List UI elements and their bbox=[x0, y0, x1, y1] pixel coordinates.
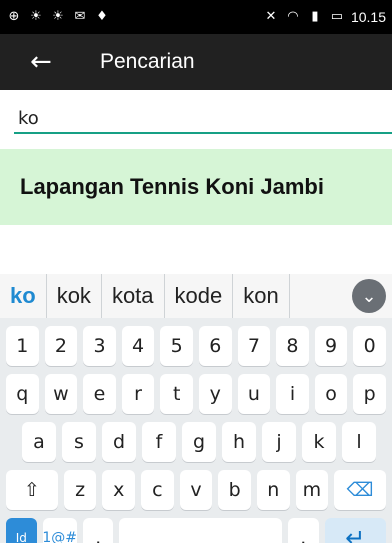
key[interactable]: a bbox=[22, 422, 56, 462]
period-key[interactable]: . bbox=[287, 518, 319, 543]
symbols-button[interactable]: 1@# bbox=[42, 518, 77, 543]
keyboard-row-zxcv: ⇧ z x c v b n m ⌫ bbox=[0, 470, 392, 510]
search-input[interactable] bbox=[14, 104, 392, 134]
app-bar: ← Pencarian bbox=[0, 34, 392, 90]
page-title: Pencarian bbox=[100, 50, 195, 73]
key[interactable]: c bbox=[141, 470, 174, 510]
key[interactable]: n bbox=[256, 470, 290, 510]
key[interactable]: j bbox=[262, 422, 296, 462]
key[interactable]: 0 bbox=[353, 326, 386, 366]
key[interactable]: 9 bbox=[314, 326, 348, 366]
chevron-down-icon[interactable]: ⌄ bbox=[352, 279, 386, 313]
key[interactable]: f bbox=[142, 422, 176, 462]
search-area bbox=[0, 90, 392, 140]
comma-key[interactable]: , bbox=[82, 518, 114, 543]
key[interactable]: 8 bbox=[276, 326, 309, 366]
key[interactable]: 3 bbox=[83, 326, 116, 366]
mute-icon: ✕ bbox=[265, 9, 277, 24]
key[interactable]: e bbox=[83, 374, 116, 414]
suggestion-bar: ko kok kota kode kon ⌄ bbox=[0, 274, 392, 318]
keyboard-row-asdf: a s d f g h j k l bbox=[0, 422, 392, 462]
key[interactable]: g bbox=[182, 422, 216, 462]
key[interactable]: k bbox=[302, 422, 336, 462]
key[interactable]: b bbox=[218, 470, 251, 510]
key[interactable]: x bbox=[102, 470, 136, 510]
backspace-icon[interactable]: ⌫ bbox=[334, 470, 386, 510]
key[interactable]: 6 bbox=[198, 326, 232, 366]
key[interactable]: y bbox=[198, 374, 232, 414]
key[interactable]: 5 bbox=[160, 326, 193, 366]
key[interactable]: d bbox=[102, 422, 136, 462]
language-mode-button[interactable]: Id bbox=[6, 518, 37, 543]
flame-icon: ☀ bbox=[52, 9, 64, 24]
shield-icon: ♦ bbox=[96, 9, 108, 24]
suggestion-item[interactable]: kode bbox=[165, 274, 234, 318]
key[interactable]: l bbox=[342, 422, 376, 462]
key[interactable]: m bbox=[295, 470, 329, 510]
key[interactable]: 1 bbox=[6, 326, 39, 366]
suggestion-item[interactable]: kon bbox=[233, 274, 290, 318]
key[interactable]: s bbox=[62, 422, 96, 462]
keyboard-row-bottom: Id 1@# , . ↵ bbox=[0, 518, 392, 543]
flame-icon: ☀ bbox=[30, 9, 42, 24]
key[interactable]: q bbox=[6, 374, 39, 414]
keyboard-rows: 1 2 3 4 5 6 7 8 9 0 q w e r t y u i o p … bbox=[0, 318, 392, 543]
keyboard-row-qwerty: q w e r t y u i o p bbox=[0, 374, 392, 414]
soft-keyboard: ko kok kota kode kon ⌄ 1 2 3 4 5 6 7 8 9… bbox=[0, 274, 392, 543]
key[interactable]: u bbox=[237, 374, 271, 414]
keyboard-row-numbers: 1 2 3 4 5 6 7 8 9 0 bbox=[0, 326, 392, 366]
search-result-item[interactable]: Lapangan Tennis Koni Jambi bbox=[0, 149, 392, 225]
key[interactable]: i bbox=[276, 374, 309, 414]
key[interactable]: t bbox=[160, 374, 193, 414]
wifi-icon: ◠ bbox=[287, 9, 299, 24]
enter-icon[interactable]: ↵ bbox=[324, 518, 387, 543]
key[interactable]: v bbox=[179, 470, 213, 510]
key[interactable]: z bbox=[63, 470, 97, 510]
shift-icon[interactable]: ⇧ bbox=[6, 470, 58, 510]
status-right-icons: ✕ ◠ ▮ ▭ 10.15 bbox=[263, 9, 387, 25]
suggestion-item[interactable]: ko bbox=[0, 274, 47, 318]
result-label: Lapangan Tennis Koni Jambi bbox=[20, 174, 324, 199]
key[interactable]: 4 bbox=[121, 326, 155, 366]
battery-icon: ▭ bbox=[330, 9, 344, 24]
status-left-icons: ⊕ ☀ ☀ ✉ ♦ bbox=[6, 9, 110, 25]
envelope-icon: ✉ bbox=[74, 9, 86, 24]
key[interactable]: 7 bbox=[237, 326, 271, 366]
key[interactable]: p bbox=[353, 374, 386, 414]
key[interactable]: r bbox=[121, 374, 155, 414]
suggestion-item[interactable]: kok bbox=[47, 274, 102, 318]
back-arrow-icon[interactable]: ← bbox=[30, 34, 68, 90]
status-bar: ⊕ ☀ ☀ ✉ ♦ ✕ ◠ ▮ ▭ 10.15 bbox=[0, 0, 392, 34]
space-key[interactable] bbox=[119, 518, 282, 543]
suggestion-item[interactable]: kota bbox=[102, 274, 165, 318]
key[interactable]: 2 bbox=[44, 326, 78, 366]
status-time: 10.15 bbox=[350, 9, 386, 25]
key[interactable]: o bbox=[314, 374, 348, 414]
key[interactable]: w bbox=[44, 374, 78, 414]
key[interactable]: h bbox=[222, 422, 256, 462]
signal-icon: ▮ bbox=[311, 9, 319, 24]
mail-icon: ⊕ bbox=[8, 9, 20, 24]
